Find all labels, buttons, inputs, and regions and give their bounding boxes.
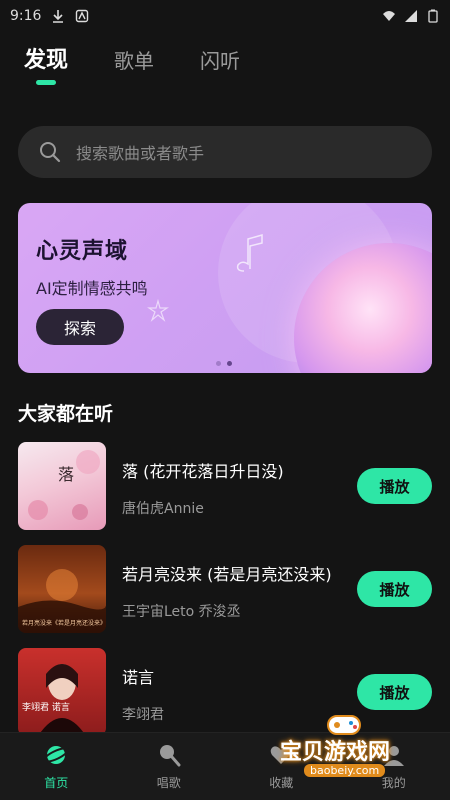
album-cover: 若月亮没来《若是月亮还没来》	[18, 545, 106, 633]
song-title: 落 (花开花落日升日没)	[122, 462, 284, 481]
album-cover: 李翊君 诺言	[18, 648, 106, 736]
battery-icon	[428, 9, 438, 23]
song-item[interactable]: 若月亮没来《若是月亮还没来》 若月亮没来 (若是月亮还没来) 王宇宙Leto 乔…	[18, 545, 432, 633]
microphone-icon	[159, 745, 181, 767]
cover-art: 李翊君 诺言	[22, 664, 86, 736]
tab-indicator	[36, 80, 56, 85]
explore-button[interactable]: 探索	[36, 309, 124, 345]
section-title: 大家都在听	[18, 403, 114, 425]
search-placeholder: 搜索歌曲或者歌手	[76, 144, 205, 163]
music-note-icon	[236, 234, 263, 272]
cover-caption: 若月亮没来《若是月亮还没来》	[22, 619, 106, 627]
song-artist: 唐伯虎Annie	[122, 501, 204, 517]
song-title: 诺言	[122, 668, 155, 687]
search-icon	[40, 142, 61, 163]
song-artist: 王宇宙Leto 乔浚丞	[122, 604, 241, 620]
signal-icon	[405, 10, 417, 22]
play-button[interactable]: 播放	[357, 468, 432, 504]
promo-banner[interactable]: 心灵声域 AI定制情感共鸣 探索	[18, 203, 432, 373]
play-button[interactable]: 播放	[357, 571, 432, 607]
tab-playlists[interactable]: 歌单	[114, 45, 154, 74]
planet-icon	[43, 746, 70, 764]
nav-label: 唱歌	[156, 776, 181, 790]
song-title: 若月亮没来 (若是月亮还没来)	[122, 565, 332, 584]
nav-home[interactable]: 首页	[0, 733, 113, 800]
banner-title: 心灵声域	[36, 239, 129, 264]
cover-title-text: 落	[58, 465, 74, 484]
album-cover: 落	[18, 442, 106, 530]
cover-art: 落	[28, 450, 100, 520]
status-time: 9:16	[10, 8, 42, 24]
play-button[interactable]: 播放	[357, 674, 432, 710]
nav-label: 首页	[44, 776, 69, 790]
tab-discover[interactable]: 发现	[24, 42, 68, 74]
pager-dot	[216, 361, 221, 366]
cover-caption: 李翊君 诺言	[22, 701, 70, 713]
song-artist: 李翊君	[122, 707, 164, 723]
watermark: 宝贝游戏网 baobeiy.com	[268, 708, 428, 778]
download-icon	[53, 10, 64, 23]
song-item[interactable]: 落 落 (花开花落日升日没) 唐伯虎Annie 播放	[18, 442, 432, 530]
star-icon	[147, 299, 169, 322]
banner-subtitle: AI定制情感共鸣	[36, 279, 148, 298]
banner-pager	[216, 361, 232, 366]
cover-art: 若月亮没来《若是月亮还没来》	[18, 569, 106, 633]
watermark-text: 宝贝游戏网	[280, 740, 391, 765]
pager-dot-active	[227, 361, 232, 366]
top-tabs: 发现 歌单 闪听	[24, 42, 240, 85]
nav-sing[interactable]: 唱歌	[113, 733, 226, 800]
tab-flash-listen[interactable]: 闪听	[200, 45, 240, 74]
wifi-icon	[383, 11, 395, 21]
search-bar[interactable]: 搜索歌曲或者歌手	[18, 126, 432, 178]
status-bar: 9:16	[0, 0, 450, 32]
app-notification-icon	[76, 9, 89, 23]
watermark-url: baobeiy.com	[304, 764, 386, 777]
